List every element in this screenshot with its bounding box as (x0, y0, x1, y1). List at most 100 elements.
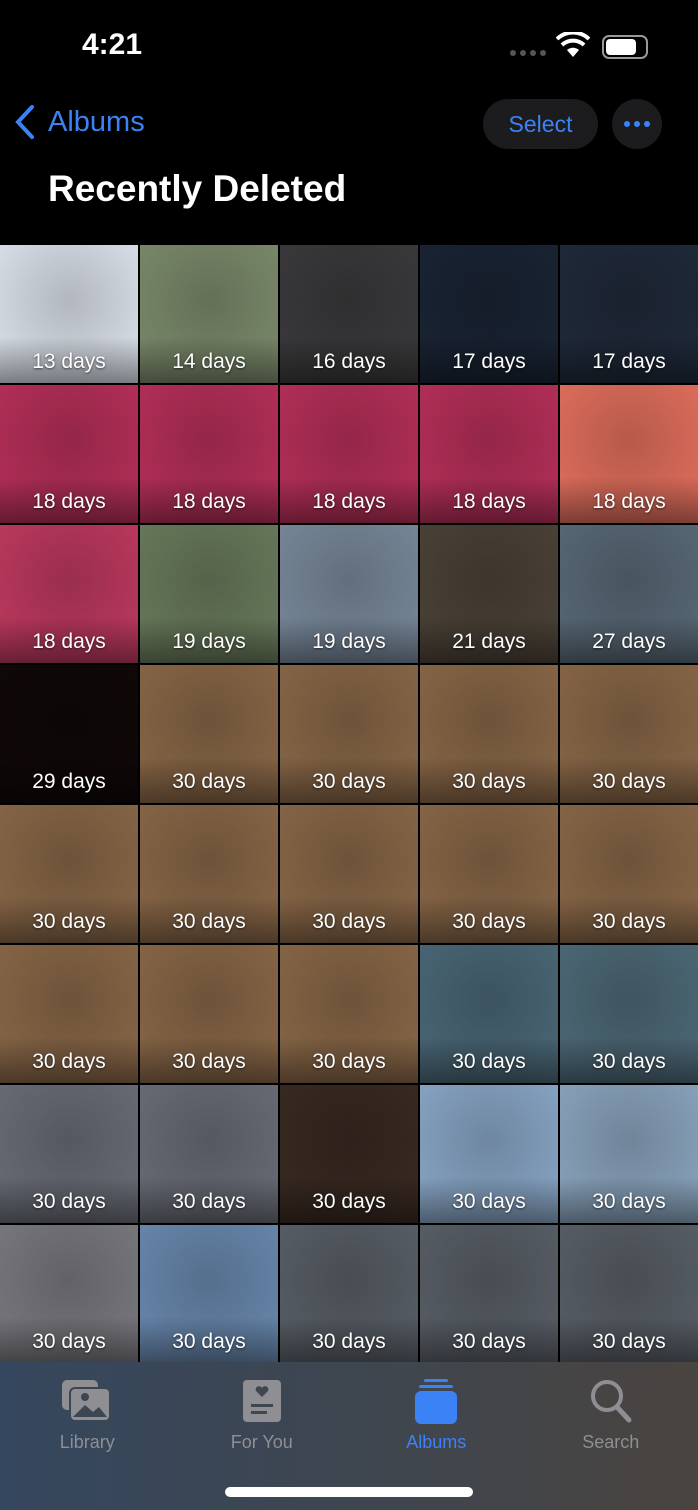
photo-grid: 13 days 14 days 16 days 17 days 17 days 18 da… (0, 245, 698, 1363)
photo-thumbnail[interactable]: 30 days (280, 805, 418, 943)
photo-thumbnail[interactable]: 21 days (420, 525, 558, 663)
photo-thumbnail[interactable]: 18 days (0, 525, 138, 663)
days-remaining-label: 18 days (560, 477, 698, 523)
days-remaining-label: 30 days (140, 897, 278, 943)
photo-thumbnail[interactable]: 17 days (420, 245, 558, 383)
photo-thumbnail[interactable]: 18 days (280, 385, 418, 523)
days-remaining-label: 30 days (560, 1037, 698, 1083)
battery-icon (602, 35, 648, 59)
days-remaining-label: 30 days (280, 897, 418, 943)
photo-thumbnail[interactable]: 30 days (140, 805, 278, 943)
photo-thumbnail[interactable]: 19 days (140, 525, 278, 663)
select-button[interactable]: Select (483, 99, 598, 149)
days-remaining-label: 30 days (280, 1177, 418, 1223)
photo-thumbnail[interactable]: 30 days (420, 1085, 558, 1223)
days-remaining-label: 30 days (560, 897, 698, 943)
photo-thumbnail[interactable]: 30 days (0, 1225, 138, 1363)
days-remaining-label: 30 days (560, 757, 698, 803)
days-remaining-label: 29 days (0, 757, 138, 803)
photo-thumbnail[interactable]: 18 days (420, 385, 558, 523)
days-remaining-label: 30 days (560, 1317, 698, 1363)
photo-thumbnail[interactable]: 18 days (0, 385, 138, 523)
tab-search[interactable]: Search (524, 1362, 698, 1510)
photo-thumbnail[interactable]: 30 days (420, 1225, 558, 1363)
photo-thumbnail[interactable]: 17 days (560, 245, 698, 383)
days-remaining-label: 30 days (420, 1317, 558, 1363)
photo-thumbnail[interactable]: 30 days (560, 945, 698, 1083)
photo-thumbnail[interactable]: 13 days (0, 245, 138, 383)
ellipsis-icon (624, 121, 630, 127)
days-remaining-label: 17 days (560, 337, 698, 383)
days-remaining-label: 18 days (0, 617, 138, 663)
days-remaining-label: 19 days (140, 617, 278, 663)
photo-thumbnail[interactable]: 30 days (560, 665, 698, 803)
photo-thumbnail[interactable]: 30 days (140, 1085, 278, 1223)
memories-card-icon (242, 1380, 281, 1422)
days-remaining-label: 16 days (280, 337, 418, 383)
days-remaining-label: 30 days (0, 897, 138, 943)
photo-thumbnail[interactable]: 30 days (280, 945, 418, 1083)
days-remaining-label: 30 days (0, 1317, 138, 1363)
days-remaining-label: 27 days (560, 617, 698, 663)
days-remaining-label: 30 days (280, 757, 418, 803)
signal-icon (510, 50, 546, 56)
photo-thumbnail[interactable]: 19 days (280, 525, 418, 663)
wifi-icon (556, 32, 590, 57)
photo-thumbnail[interactable]: 30 days (560, 805, 698, 943)
days-remaining-label: 30 days (0, 1037, 138, 1083)
days-remaining-label: 19 days (280, 617, 418, 663)
photo-thumbnail[interactable]: 27 days (560, 525, 698, 663)
days-remaining-label: 30 days (420, 1037, 558, 1083)
days-remaining-label: 30 days (420, 897, 558, 943)
days-remaining-label: 17 days (420, 337, 558, 383)
days-remaining-label: 14 days (140, 337, 278, 383)
days-remaining-label: 30 days (140, 1037, 278, 1083)
photo-thumbnail[interactable]: 30 days (140, 945, 278, 1083)
search-icon (590, 1380, 632, 1423)
back-label: Albums (48, 105, 145, 138)
photos-stack-icon (62, 1380, 112, 1422)
photo-thumbnail[interactable]: 30 days (280, 1225, 418, 1363)
photo-thumbnail[interactable]: 30 days (420, 665, 558, 803)
photo-thumbnail[interactable]: 30 days (280, 665, 418, 803)
photo-thumbnail[interactable]: 30 days (560, 1085, 698, 1223)
tab-library[interactable]: Library (0, 1362, 175, 1510)
photo-thumbnail[interactable]: 30 days (140, 1225, 278, 1363)
status-bar: 4:21 (0, 0, 698, 90)
days-remaining-label: 13 days (0, 337, 138, 383)
days-remaining-label: 18 days (280, 477, 418, 523)
days-remaining-label: 30 days (420, 1177, 558, 1223)
photo-thumbnail[interactable]: 18 days (140, 385, 278, 523)
photo-thumbnail[interactable]: 30 days (280, 1085, 418, 1223)
photo-thumbnail[interactable]: 18 days (560, 385, 698, 523)
photo-thumbnail[interactable]: 30 days (560, 1225, 698, 1363)
days-remaining-label: 30 days (420, 757, 558, 803)
days-remaining-label: 21 days (420, 617, 558, 663)
more-button[interactable] (612, 99, 662, 149)
photo-thumbnail[interactable]: 30 days (0, 1085, 138, 1223)
photo-thumbnail[interactable]: 30 days (420, 945, 558, 1083)
days-remaining-label: 18 days (420, 477, 558, 523)
days-remaining-label: 30 days (560, 1177, 698, 1223)
days-remaining-label: 30 days (140, 1177, 278, 1223)
chevron-left-icon (15, 105, 34, 139)
photo-thumbnail[interactable]: 14 days (140, 245, 278, 383)
photo-thumbnail[interactable]: 16 days (280, 245, 418, 383)
days-remaining-label: 30 days (280, 1037, 418, 1083)
photo-thumbnail[interactable]: 30 days (140, 665, 278, 803)
home-indicator (225, 1487, 473, 1497)
days-remaining-label: 18 days (140, 477, 278, 523)
days-remaining-label: 30 days (0, 1177, 138, 1223)
photo-thumbnail[interactable]: 30 days (0, 805, 138, 943)
albums-icon (415, 1379, 458, 1424)
photo-thumbnail[interactable]: 30 days (420, 805, 558, 943)
back-button[interactable]: Albums (14, 104, 145, 140)
photo-thumbnail[interactable]: 30 days (0, 945, 138, 1083)
photo-thumbnail[interactable]: 29 days (0, 665, 138, 803)
page-title: Recently Deleted (48, 168, 347, 209)
days-remaining-label: 30 days (140, 1317, 278, 1363)
days-remaining-label: 18 days (0, 477, 138, 523)
days-remaining-label: 30 days (140, 757, 278, 803)
status-time: 4:21 (82, 28, 143, 61)
days-remaining-label: 30 days (280, 1317, 418, 1363)
